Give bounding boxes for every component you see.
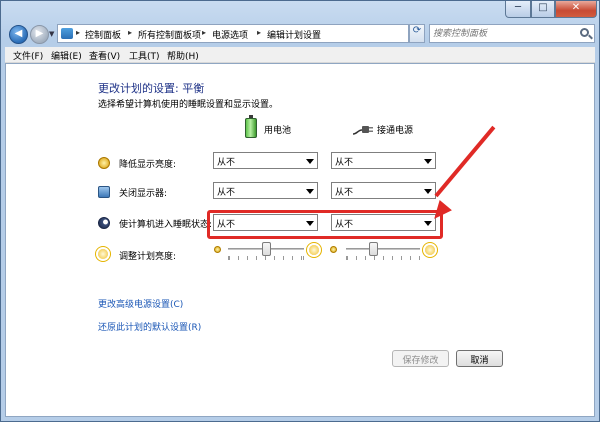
dim-display-icon — [98, 157, 110, 169]
dim-display-label: 降低显示亮度: — [119, 160, 177, 170]
battery-column-label: 用电池 — [264, 126, 292, 136]
main-content: 更改计划的设置: 平衡 选择希望计算机使用的睡眠设置和显示设置。 用电池 接通电… — [5, 63, 595, 417]
page-title: 更改计划的设置: 平衡 — [98, 82, 205, 95]
sleep-moon-icon — [98, 217, 110, 229]
brightness-low-icon — [330, 246, 337, 253]
breadcrumb-edit-plan[interactable]: 编辑计划设置 — [267, 28, 321, 41]
back-arrow-icon: ◀ — [14, 28, 23, 39]
breadcrumb-all-items[interactable]: 所有控制面板项 — [138, 28, 201, 41]
control-panel-icon — [61, 28, 73, 39]
back-button[interactable]: ◀ — [9, 25, 28, 44]
menu-file[interactable]: 文件(F) — [13, 49, 43, 62]
plugged-brightness-ticks — [346, 256, 420, 260]
breadcrumb-control-panel[interactable]: 控制面板 — [85, 28, 121, 41]
maximize-button[interactable]: □ — [531, 1, 555, 18]
chevron-down-icon — [306, 189, 314, 194]
refresh-button[interactable]: ⟳ — [409, 24, 425, 43]
search-input[interactable] — [433, 26, 571, 41]
search-box[interactable] — [429, 24, 595, 43]
menu-help[interactable]: 帮助(H) — [167, 49, 199, 62]
dim-display-plugged-select[interactable]: 从不 — [331, 152, 436, 169]
page-subtitle: 选择希望计算机使用的睡眠设置和显示设置。 — [98, 100, 279, 110]
turn-off-display-label: 关闭显示器: — [119, 189, 168, 199]
cancel-button[interactable]: 取消 — [456, 350, 503, 367]
menu-tools[interactable]: 工具(T) — [129, 49, 160, 62]
turn-off-display-battery-select[interactable]: 从不 — [213, 182, 318, 199]
brightness-high-icon — [309, 245, 319, 255]
monitor-icon — [98, 186, 110, 198]
breadcrumb-separator-icon[interactable]: ▸ — [257, 28, 261, 37]
menu-view[interactable]: 查看(V) — [89, 49, 120, 62]
breadcrumb-separator-icon[interactable]: ▸ — [128, 28, 132, 37]
breadcrumb-separator-icon: ▸ — [76, 28, 81, 37]
battery-icon — [245, 115, 257, 138]
sleep-label: 使计算机进入睡眠状态: — [119, 220, 213, 230]
close-button[interactable]: ✕ — [555, 1, 597, 18]
chevron-down-icon — [424, 189, 432, 194]
brightness-high-icon — [425, 245, 435, 255]
power-plug-icon — [352, 126, 373, 135]
dim-display-battery-select[interactable]: 从不 — [213, 152, 318, 169]
battery-brightness-ticks — [228, 256, 304, 260]
recent-pages-dropdown-icon[interactable]: ▼ — [49, 30, 54, 38]
brightness-label: 调整计划亮度: — [119, 252, 177, 262]
breadcrumb-separator-icon[interactable]: ▸ — [202, 28, 206, 37]
forward-button[interactable]: ▶ — [30, 25, 49, 44]
turn-off-display-plugged-select[interactable]: 从不 — [331, 182, 436, 199]
minimize-button[interactable]: ─ — [505, 1, 531, 18]
annotation-arrow — [434, 125, 496, 198]
brightness-icon — [98, 249, 108, 259]
control-panel-window: ─ □ ✕ ◀ ▶ ▼ ▸ 控制面板 ▸ 所有控制面板项 ▸ 电源选项 ▸ 编辑… — [0, 0, 600, 422]
plugged-brightness-track — [346, 248, 420, 250]
breadcrumb-power-options[interactable]: 电源选项 — [212, 28, 248, 41]
chevron-down-icon — [424, 159, 432, 164]
forward-arrow-icon: ▶ — [35, 28, 44, 39]
refresh-icon: ⟳ — [412, 25, 422, 36]
advanced-power-settings-link[interactable]: 更改高级电源设置(C) — [98, 297, 183, 310]
menu-edit[interactable]: 编辑(E) — [51, 49, 82, 62]
brightness-low-icon — [214, 246, 221, 253]
highlight-box — [207, 210, 443, 239]
address-bar[interactable]: ▸ 控制面板 ▸ 所有控制面板项 ▸ 电源选项 ▸ 编辑计划设置 ▼ — [57, 24, 456, 43]
plugged-brightness-slider[interactable] — [369, 242, 379, 256]
search-icon[interactable] — [580, 28, 589, 37]
battery-brightness-slider[interactable] — [262, 242, 271, 256]
save-changes-button[interactable]: 保存修改 — [392, 350, 449, 367]
restore-defaults-link[interactable]: 还原此计划的默认设置(R) — [98, 320, 201, 333]
plugged-column-label: 接通电源 — [377, 126, 414, 136]
chevron-down-icon — [306, 159, 314, 164]
menu-bar: 文件(F) 编辑(E) 查看(V) 工具(T) 帮助(H) — [5, 47, 595, 63]
